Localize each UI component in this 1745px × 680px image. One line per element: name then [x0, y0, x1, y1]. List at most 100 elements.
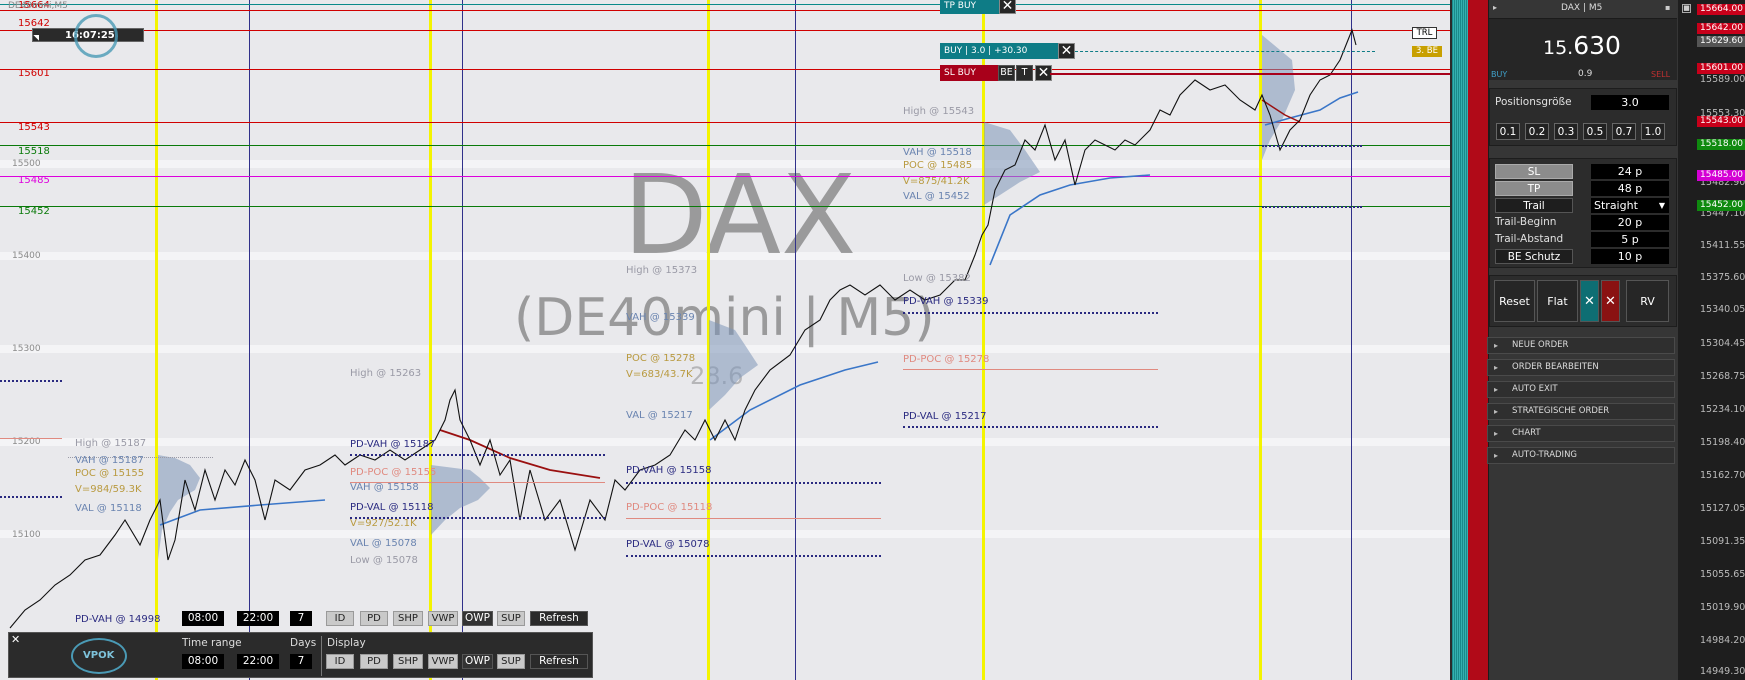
trail-distance-field[interactable]: 5 p — [1591, 232, 1669, 247]
axis-tick: 15019.90 — [1700, 602, 1745, 613]
sell-label[interactable]: SELL — [1651, 70, 1670, 79]
menu-icon[interactable]: ▪ — [1665, 3, 1670, 12]
section-chart[interactable]: ▸ CHART — [1487, 425, 1675, 442]
quick-size-0.7[interactable]: 0.7 — [1612, 123, 1636, 140]
profile-poc-label: POC @ 15278 — [626, 353, 696, 364]
close-vpok-icon[interactable]: ✕ — [11, 633, 20, 646]
panel-toggle-id[interactable]: ID — [326, 654, 354, 669]
close-buys-icon[interactable]: ✕ — [1580, 280, 1599, 322]
vwap-line — [989, 174, 1151, 266]
profile-low-label: Low @ 15078 — [350, 555, 418, 566]
close-sells-icon[interactable]: ✕ — [1601, 280, 1620, 322]
alert-icon[interactable]: ■ — [1682, 4, 1691, 13]
trail-start-field[interactable]: 20 p — [1591, 215, 1669, 230]
price-chart[interactable]: DAX (DE40mini | M5) 28.6 15664 15642 156… — [0, 0, 1450, 680]
axis-tick: 15304.45 — [1700, 338, 1745, 349]
position-size-field[interactable]: 3.0 — [1591, 95, 1669, 110]
section-auto-trading[interactable]: ▸ AUTO-TRADING — [1487, 447, 1675, 464]
close-tp-icon[interactable]: ✕ — [999, 0, 1016, 14]
days-field[interactable]: 7 — [290, 611, 312, 626]
tp-field[interactable]: 48 p — [1591, 181, 1669, 196]
quick-size-0.2[interactable]: 0.2 — [1525, 123, 1549, 140]
buy-order-label[interactable]: BUY | 3.0 | +30.30 — [940, 43, 1060, 59]
be-tag[interactable]: 3. BE — [1412, 46, 1442, 57]
reverse-button[interactable]: RV — [1626, 280, 1669, 322]
display-label: Display — [327, 637, 366, 649]
profile-pdvah-label: PD-VAH @ 15158 — [626, 465, 712, 476]
panel-header: ▸ DAX | M5 ▪ — [1489, 3, 1677, 16]
sl-order-label[interactable]: SL BUY — [940, 65, 1000, 81]
toggle-shp[interactable]: SHP — [393, 611, 423, 626]
quick-size-0.3[interactable]: 0.3 — [1554, 123, 1578, 140]
panel-toggle-pd[interactable]: PD — [360, 654, 388, 669]
panel-toggle-vwp[interactable]: VWP — [428, 654, 458, 669]
trail-button[interactable]: T — [1016, 65, 1033, 81]
profile-pdval-label: PD-VAL @ 15118 — [350, 502, 434, 513]
panel-toggle-shp[interactable]: SHP — [393, 654, 423, 669]
profile-high-label: High @ 15187 — [75, 438, 147, 449]
buy-label[interactable]: BUY — [1491, 70, 1507, 79]
trail-toggle-button[interactable]: Trail — [1495, 198, 1573, 213]
flat-button[interactable]: Flat — [1537, 280, 1578, 322]
trl-tag[interactable]: TRL — [1412, 27, 1437, 39]
profile-pdvah-label: PD-VAH @ 15339 — [903, 296, 989, 307]
trail-mode-select[interactable]: Straight ▼ — [1591, 198, 1669, 213]
trail-mode-value: Straight — [1594, 199, 1638, 212]
pd-vah-line — [626, 482, 881, 484]
panel-start-time-field[interactable]: 08:00 — [182, 654, 224, 669]
profile-poc-label: POC @ 15485 — [903, 160, 973, 171]
time-range-label: Time range — [182, 637, 242, 649]
profile-val-label: VAL @ 15078 — [350, 538, 417, 549]
panel-toggle-owp[interactable]: OWP — [462, 654, 493, 669]
axis-tick: 15340.05 — [1700, 304, 1745, 315]
section-strategic-order[interactable]: ▸ STRATEGISCHE ORDER — [1487, 403, 1675, 420]
volume-strip — [1452, 0, 1468, 680]
volume-profile — [1262, 35, 1295, 160]
close-buy-icon[interactable]: ✕ — [1058, 43, 1075, 59]
toggle-sup[interactable]: SUP — [497, 611, 525, 626]
panel-end-time-field[interactable]: 22:00 — [237, 654, 279, 669]
be-protect-field[interactable]: 10 p — [1591, 249, 1669, 264]
position-size-label: Positionsgröße — [1495, 96, 1572, 108]
axis-tick: 15411.55 — [1700, 240, 1745, 251]
expand-icon[interactable]: ▸ — [1493, 3, 1497, 12]
toggle-owp[interactable]: OWP — [462, 611, 493, 626]
section-label: ORDER BEARBEITEN — [1512, 362, 1599, 372]
pd-line-left — [0, 438, 62, 439]
volume-profile — [709, 320, 758, 410]
tp-toggle-button[interactable]: TP — [1495, 181, 1573, 196]
toggle-id[interactable]: ID — [326, 611, 354, 626]
panel-refresh-button[interactable]: Refresh — [530, 654, 588, 669]
expand-icon: ▸ — [1494, 363, 1499, 372]
profile-vah-label: VAH @ 15339 — [626, 312, 695, 323]
collapse-icon[interactable] — [33, 29, 45, 41]
toggle-pd[interactable]: PD — [360, 611, 388, 626]
reset-button[interactable]: Reset — [1494, 280, 1535, 322]
panel-days-field[interactable]: 7 — [290, 654, 312, 669]
section-label: NEUE ORDER — [1512, 340, 1569, 350]
breakeven-button[interactable]: BE — [998, 65, 1015, 81]
expand-icon: ▸ — [1494, 429, 1499, 438]
axis-tick: 15055.65 — [1700, 569, 1745, 580]
pd-val-line — [626, 555, 881, 557]
section-label: STRATEGISCHE ORDER — [1512, 406, 1610, 416]
profile-pdvah-label: PD-VAH @ 15187 — [350, 439, 436, 450]
quick-size-0.1[interactable]: 0.1 — [1496, 123, 1520, 140]
quick-size-0.5[interactable]: 0.5 — [1583, 123, 1607, 140]
toggle-vwp[interactable]: VWP — [428, 611, 458, 626]
section-new-order[interactable]: ▸ NEUE ORDER — [1487, 337, 1675, 354]
pd-vah-line — [903, 312, 1158, 314]
profile-pdpoc-label: PD-POC @ 15278 — [903, 354, 990, 365]
start-time-field[interactable]: 08:00 — [182, 611, 224, 626]
be-protect-button[interactable]: BE Schutz — [1495, 249, 1573, 264]
panel-toggle-sup[interactable]: SUP — [497, 654, 525, 669]
end-time-field[interactable]: 22:00 — [237, 611, 279, 626]
section-auto-exit[interactable]: ▸ AUTO EXIT — [1487, 381, 1675, 398]
sl-toggle-button[interactable]: SL — [1495, 164, 1573, 179]
price-box: 15.630 BUY 0.9 SELL — [1489, 18, 1677, 80]
refresh-button[interactable]: Refresh — [530, 611, 588, 626]
section-edit-order[interactable]: ▸ ORDER BEARBEITEN — [1487, 359, 1675, 376]
sl-field[interactable]: 24 p — [1591, 164, 1669, 179]
quick-size-1.0[interactable]: 1.0 — [1641, 123, 1665, 140]
pd-vah-line — [1262, 145, 1362, 147]
